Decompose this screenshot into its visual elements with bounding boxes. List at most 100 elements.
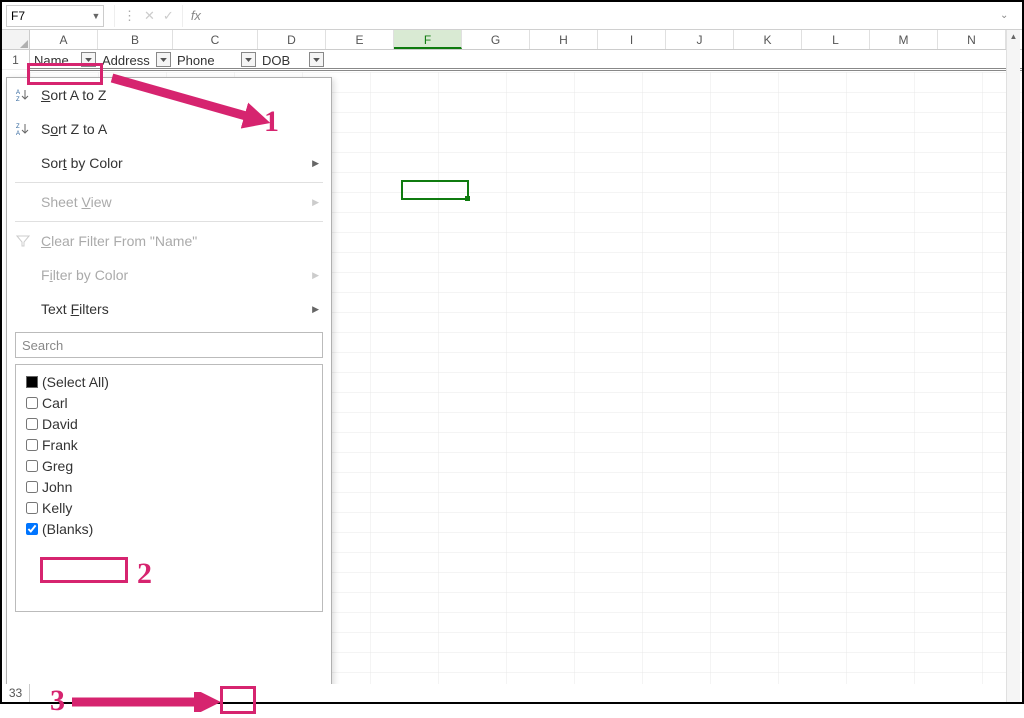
annotation-arrow-3 bbox=[62, 692, 222, 712]
col-header-address-label: Address bbox=[102, 53, 150, 68]
col-filter-dob: DOB bbox=[258, 50, 326, 70]
submenu-arrow-icon: ▶ bbox=[312, 270, 319, 281]
formula-expand-icon[interactable]: ⌄ bbox=[1000, 10, 1016, 21]
col-header-name-label: Name bbox=[34, 53, 69, 68]
col-filter-name: Name bbox=[30, 50, 98, 70]
submenu-arrow-icon: ▶ bbox=[312, 158, 319, 169]
filter-button-address[interactable] bbox=[156, 52, 171, 67]
filter-checkbox[interactable] bbox=[26, 418, 38, 430]
vertical-scrollbar[interactable]: ▲ bbox=[1006, 30, 1020, 702]
formula-bar: F7 ▼ ⋮ ✕ ✓ fx ⌄ bbox=[2, 2, 1022, 30]
sort-descending-icon: ZA bbox=[13, 122, 33, 136]
col-head-I[interactable]: I bbox=[598, 30, 666, 49]
sheet-view-label: Sheet View bbox=[41, 194, 112, 210]
submenu-arrow-icon: ▶ bbox=[312, 304, 319, 315]
sort-ascending-icon: AZ bbox=[13, 88, 33, 102]
name-box-value: F7 bbox=[11, 9, 25, 23]
sort-z-to-a[interactable]: ZA Sort Z to A bbox=[7, 112, 331, 146]
col-head-J[interactable]: J bbox=[666, 30, 734, 49]
sort-a-to-z[interactable]: AZ Sort A to Z bbox=[7, 78, 331, 112]
filter-checkbox[interactable] bbox=[26, 481, 38, 493]
filter-button-phone[interactable] bbox=[241, 52, 256, 67]
filter-checkbox[interactable] bbox=[26, 523, 38, 535]
filter-item-label: (Blanks) bbox=[42, 521, 93, 537]
filter-values-list[interactable]: (Select All) Carl David Frank Greg John bbox=[15, 364, 323, 612]
filter-item-label: (Select All) bbox=[42, 374, 109, 390]
select-all-corner[interactable] bbox=[2, 30, 30, 49]
filter-checkbox[interactable] bbox=[26, 502, 38, 514]
col-head-C[interactable]: C bbox=[173, 30, 258, 49]
col-head-L[interactable]: L bbox=[802, 30, 870, 49]
cancel-formula-icon[interactable]: ✕ bbox=[144, 8, 155, 24]
grid[interactable]: 1 Name Address Phone DOB bbox=[2, 50, 1022, 684]
filter-checkbox[interactable] bbox=[26, 460, 38, 472]
formula-dots-icon: ⋮ bbox=[123, 8, 136, 24]
row-head-1[interactable]: 1 bbox=[2, 50, 30, 70]
col-header-phone-label: Phone bbox=[177, 53, 215, 68]
sort-za-label: Sort Z to A bbox=[41, 121, 107, 137]
filter-item-blanks[interactable]: (Blanks) bbox=[26, 518, 312, 539]
filter-by-color: Filter by Color ▶ bbox=[7, 258, 331, 292]
col-head-K[interactable]: K bbox=[734, 30, 802, 49]
col-head-E[interactable]: E bbox=[326, 30, 394, 49]
svg-text:Z: Z bbox=[16, 124, 20, 130]
svg-text:Z: Z bbox=[16, 97, 20, 102]
formula-input[interactable] bbox=[201, 5, 1000, 27]
svg-text:A: A bbox=[16, 131, 20, 136]
filter-button-dob[interactable] bbox=[309, 52, 324, 67]
filter-item-label: David bbox=[42, 416, 78, 432]
search-placeholder: Search bbox=[22, 338, 63, 353]
filter-search-input[interactable]: Search bbox=[15, 332, 323, 358]
filter-item[interactable]: John bbox=[26, 476, 312, 497]
sort-by-color[interactable]: Sort by Color ▶ bbox=[7, 146, 331, 180]
sort-color-label: Sort by Color bbox=[41, 155, 123, 171]
row-head-33[interactable]: 33 bbox=[2, 684, 30, 702]
menu-separator bbox=[15, 221, 323, 222]
filter-item-label: Frank bbox=[42, 437, 78, 453]
col-head-H[interactable]: H bbox=[530, 30, 598, 49]
filter-item[interactable]: Greg bbox=[26, 455, 312, 476]
svg-text:A: A bbox=[16, 90, 20, 96]
scroll-up-icon[interactable]: ▲ bbox=[1007, 30, 1020, 44]
col-filter-phone: Phone bbox=[173, 50, 258, 70]
annotation-number-3: 3 bbox=[50, 684, 65, 718]
col-header-dob-label: DOB bbox=[262, 53, 290, 68]
filter-item-label: Kelly bbox=[42, 500, 72, 516]
filter-item-label: Carl bbox=[42, 395, 68, 411]
submenu-arrow-icon: ▶ bbox=[312, 197, 319, 208]
col-head-A[interactable]: A bbox=[30, 30, 98, 49]
text-filters-label: Text Filters bbox=[41, 301, 109, 317]
filter-item[interactable]: David bbox=[26, 413, 312, 434]
annotation-number-2: 2 bbox=[137, 557, 152, 591]
filter-item[interactable]: Carl bbox=[26, 392, 312, 413]
filter-checkbox[interactable] bbox=[26, 397, 38, 409]
clear-filter-icon bbox=[13, 234, 33, 248]
filter-checkbox[interactable] bbox=[26, 439, 38, 451]
clear-filter: Clear Filter From "Name" bbox=[7, 224, 331, 258]
col-head-N[interactable]: N bbox=[938, 30, 1006, 49]
sheet-view: Sheet View ▶ bbox=[7, 185, 331, 219]
filter-item[interactable]: Kelly bbox=[26, 497, 312, 518]
col-head-G[interactable]: G bbox=[462, 30, 530, 49]
menu-separator bbox=[15, 182, 323, 183]
filter-item-label: John bbox=[42, 479, 72, 495]
filter-color-label: Filter by Color bbox=[41, 267, 128, 283]
col-head-M[interactable]: M bbox=[870, 30, 938, 49]
column-headers: A B C D E F G H I J K L M N bbox=[2, 30, 1022, 50]
formula-controls: ⋮ ✕ ✓ bbox=[114, 5, 183, 27]
col-head-D[interactable]: D bbox=[258, 30, 326, 49]
filter-button-name[interactable] bbox=[81, 52, 96, 67]
col-head-B[interactable]: B bbox=[98, 30, 173, 49]
filter-item-label: Greg bbox=[42, 458, 73, 474]
fx-icon[interactable]: fx bbox=[191, 8, 201, 23]
filter-item[interactable]: Frank bbox=[26, 434, 312, 455]
name-box[interactable]: F7 ▼ bbox=[6, 5, 104, 27]
accept-formula-icon[interactable]: ✓ bbox=[163, 8, 174, 24]
annotation-box-3 bbox=[220, 686, 256, 714]
name-box-dropdown-icon[interactable]: ▼ bbox=[89, 6, 103, 26]
text-filters[interactable]: Text Filters ▶ bbox=[7, 292, 331, 326]
filter-item-select-all[interactable]: (Select All) bbox=[26, 371, 312, 392]
sort-az-label: Sort A to Z bbox=[41, 87, 106, 103]
clear-filter-label: Clear Filter From "Name" bbox=[41, 233, 197, 249]
col-head-F[interactable]: F bbox=[394, 30, 462, 49]
